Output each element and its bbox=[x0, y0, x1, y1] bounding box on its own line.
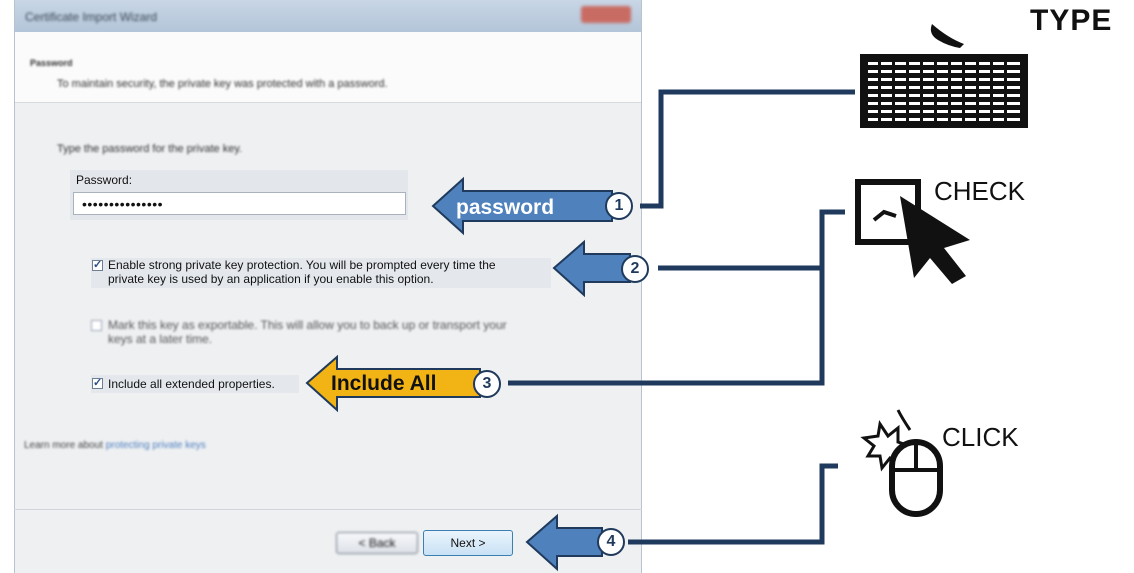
annotation-overlay bbox=[305, 24, 1028, 572]
click-label: CLICK bbox=[942, 422, 1019, 452]
type-label: TYPE bbox=[1030, 4, 1113, 37]
step1-badge: 1 bbox=[605, 192, 633, 220]
step4-badge: 4 bbox=[597, 528, 625, 556]
step3-badge: 3 bbox=[473, 370, 501, 398]
step1-label: password bbox=[456, 196, 555, 219]
keyboard-icon bbox=[860, 24, 1028, 128]
step2-badge: 2 bbox=[621, 255, 649, 283]
connector-line-3 bbox=[508, 268, 825, 386]
check-label: CHECK bbox=[934, 176, 1026, 206]
step3-label: Include All bbox=[331, 372, 437, 395]
arrow-2 bbox=[552, 239, 631, 298]
connector-line-2 bbox=[658, 209, 845, 271]
connector-line-1 bbox=[640, 89, 855, 209]
mouse-click-icon bbox=[860, 409, 943, 517]
connector-line-4 bbox=[628, 463, 838, 545]
arrow-4 bbox=[525, 513, 603, 572]
